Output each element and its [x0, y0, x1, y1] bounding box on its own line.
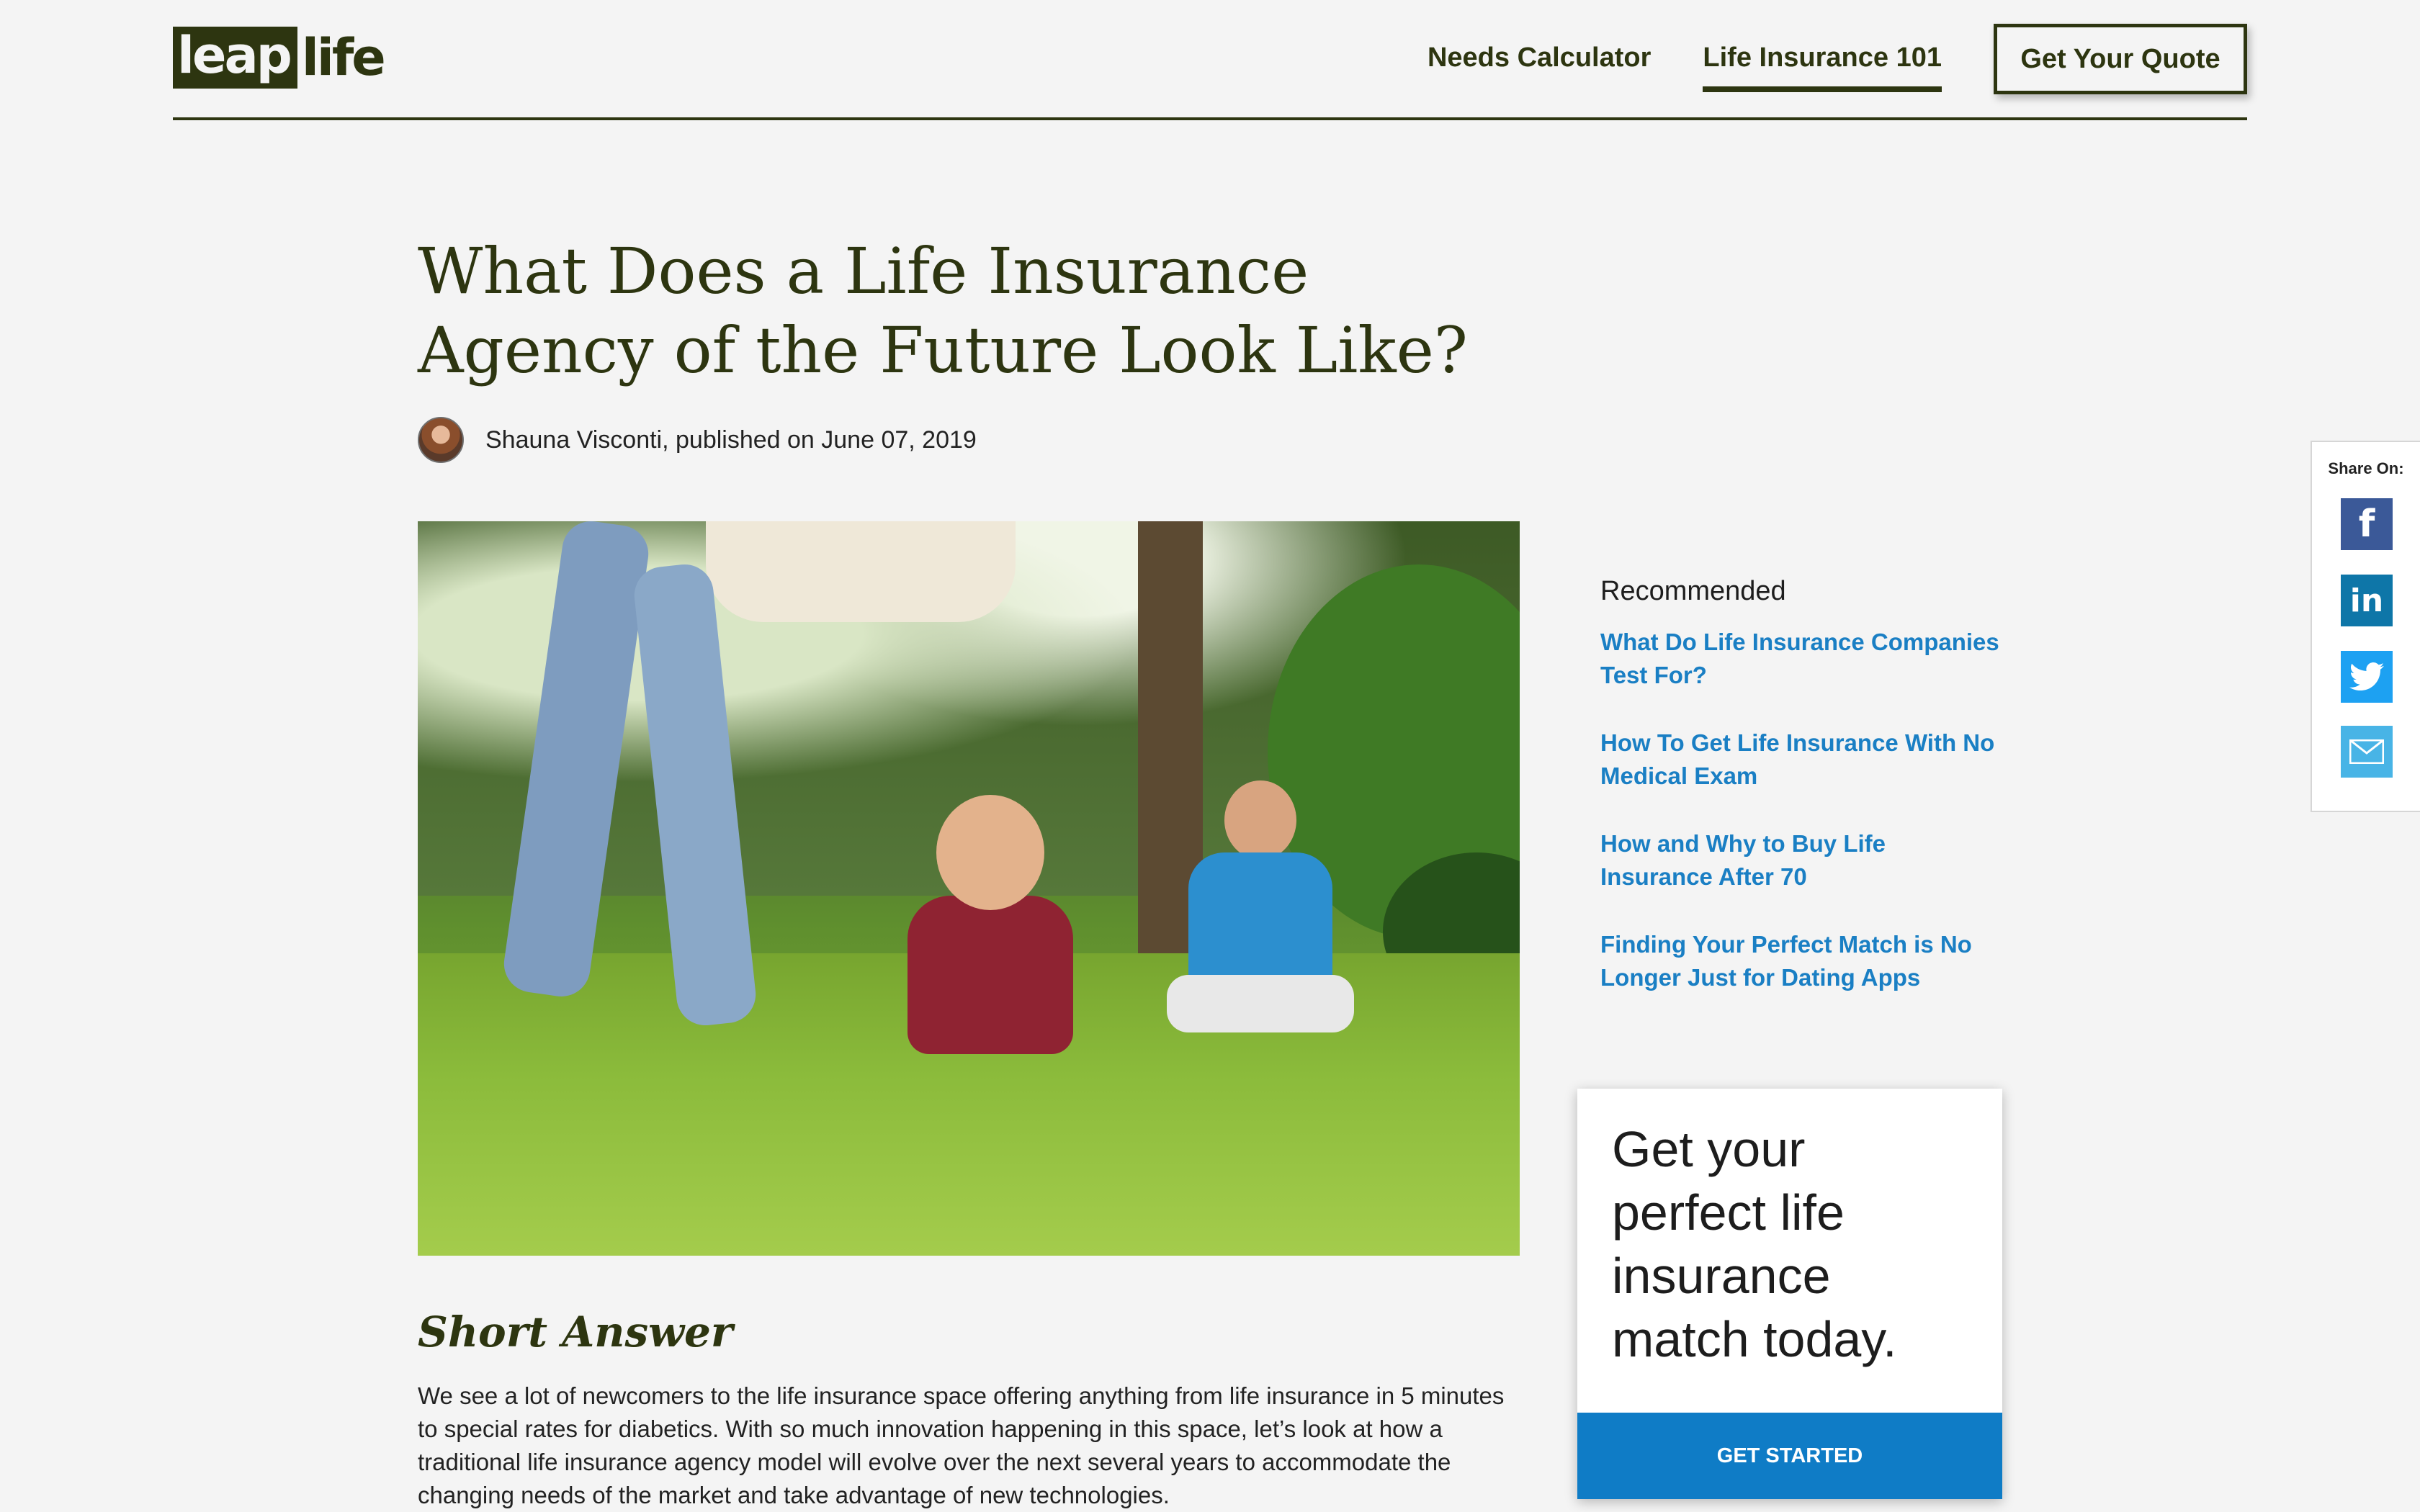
hero-older-child	[1167, 780, 1354, 1040]
article-title: What Does a Life Insurance Agency of the…	[418, 234, 1468, 387]
twitter-icon[interactable]	[2341, 651, 2393, 703]
byline: Shauna Visconti, published on June 07, 2…	[418, 416, 977, 464]
recommended-link[interactable]: How To Get Life Insurance With No Medica…	[1600, 726, 2004, 793]
facebook-icon[interactable]: f	[2341, 498, 2393, 550]
recommended-link[interactable]: How and Why to Buy Life Insurance After …	[1600, 827, 2004, 894]
short-answer-heading: Short Answer	[418, 1308, 733, 1356]
email-icon[interactable]	[2341, 726, 2393, 778]
leaplife-logo[interactable]: leap life	[173, 27, 386, 89]
byline-text: Shauna Visconti, published on June 07, 2…	[485, 426, 977, 454]
envelope-glyph	[2349, 739, 2384, 764]
share-label: Share On:	[2328, 459, 2404, 477]
twitter-bird-glyph	[2349, 662, 2384, 690]
hero-older-child-head	[1224, 780, 1296, 860]
recommended-link[interactable]: What Do Life Insurance Companies Test Fo…	[1600, 626, 2004, 692]
nav-needs-calculator[interactable]: Needs Calculator	[1428, 27, 1651, 92]
nav-life-insurance-101[interactable]: Life Insurance 101	[1703, 27, 1942, 92]
cta-card: Get your perfect life insurance match to…	[1577, 1089, 2002, 1499]
recommended-heading: Recommended	[1600, 576, 1786, 606]
short-answer-body: We see a lot of newcomers to the life in…	[418, 1382, 1505, 1508]
main-nav: Needs Calculator Life Insurance 101 Get …	[1428, 23, 2247, 95]
logo-part-leap: leap	[173, 27, 297, 89]
recommended-link[interactable]: Finding Your Perfect Match is No Longer …	[1600, 928, 2004, 994]
get-started-button[interactable]: GET STARTED	[1577, 1413, 2002, 1499]
hero-baby	[908, 795, 1073, 1054]
hero-baby-shirt	[908, 896, 1073, 1054]
author-avatar	[418, 417, 464, 463]
linkedin-icon[interactable]: in	[2341, 575, 2393, 626]
hero-older-child-legs	[1167, 975, 1354, 1032]
site-header: leap life Needs Calculator Life Insuranc…	[173, 0, 2247, 120]
recommended-section: Recommended What Do Life Insurance Compa…	[1600, 576, 2004, 1029]
hero-baby-head	[936, 795, 1044, 910]
logo-part-life: life	[301, 28, 386, 87]
share-panel: Share On: f in	[2311, 441, 2420, 812]
cta-card-text: Get your perfect life insurance match to…	[1612, 1121, 1897, 1367]
hero-adult-top	[706, 521, 1016, 622]
hero-image	[418, 521, 1520, 1256]
get-your-quote-button[interactable]: Get Your Quote	[1994, 24, 2247, 94]
